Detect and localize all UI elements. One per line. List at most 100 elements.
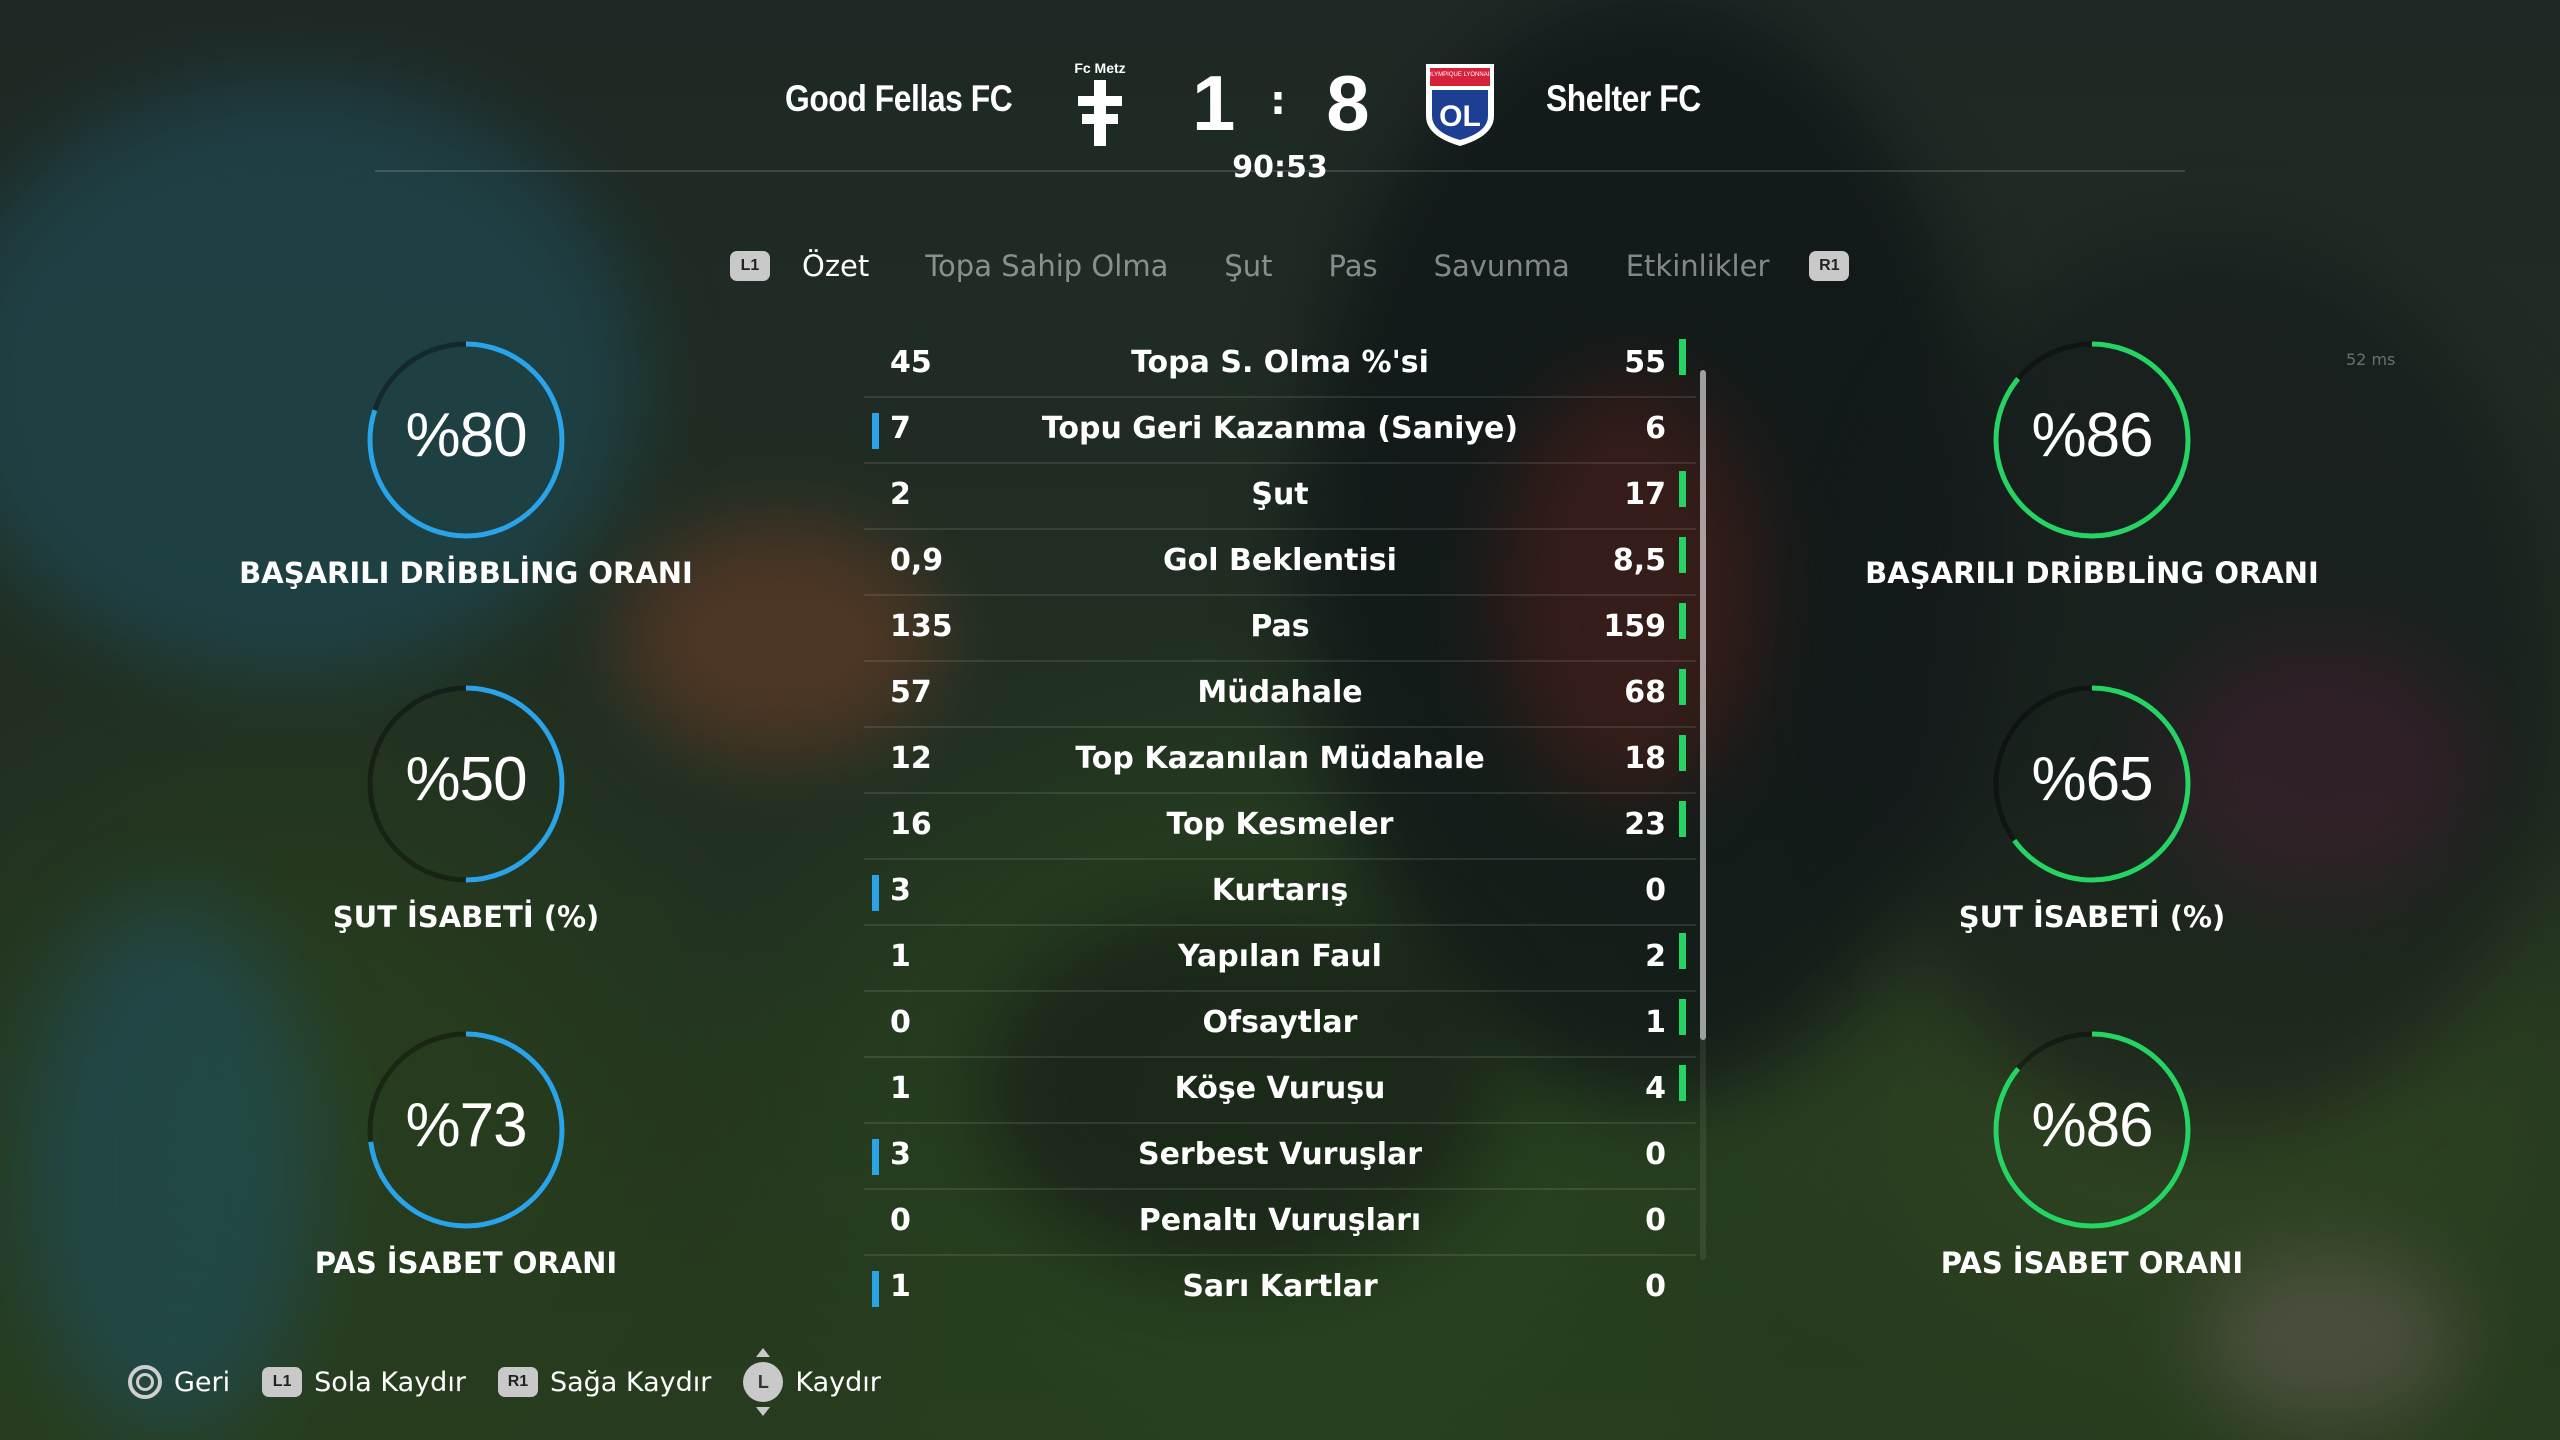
stat-row-tackles-won: 12 Top Kazanılan Müdahale 18 — [864, 728, 1696, 794]
scroll-left-label: Sola Kaydır — [314, 1366, 466, 1398]
home-team-crest-icon — [1078, 80, 1122, 146]
circle-button-icon — [128, 1365, 162, 1399]
tab-possession[interactable]: Topa Sahip Olma — [925, 249, 1168, 283]
stat-row-shots: 2 Şut 17 — [864, 464, 1696, 530]
stat-label: Müdahale — [1197, 675, 1363, 710]
stat-row-offsides: 0 Ofsaytlar 1 — [864, 992, 1696, 1058]
away-leader-indicator — [1679, 537, 1686, 573]
stat-label: Pas — [1250, 609, 1310, 644]
away-shot-accuracy-gauge: %65 — [1992, 684, 2192, 884]
back-label: Geri — [174, 1366, 231, 1398]
stat-away-value: 8,5 — [1612, 543, 1666, 578]
stat-label: Serbest Vuruşlar — [1137, 1137, 1423, 1172]
gauge-value: %86 — [2031, 401, 2153, 470]
away-dribble-label: BAŞARILI DRİBBLİNG ORANI — [1865, 556, 2319, 590]
stat-away-value: 0 — [1645, 1269, 1666, 1304]
away-dribble-gauge: %86 — [1992, 340, 2192, 540]
stat-label: Yapılan Faul — [1178, 939, 1382, 974]
away-leader-indicator — [1679, 801, 1686, 837]
away-pass-accuracy-gauge: %86 — [1992, 1030, 2192, 1230]
stat-row-penalties: 0 Penaltı Vuruşları 0 — [864, 1190, 1696, 1256]
stat-label: Penaltı Vuruşları — [1138, 1203, 1422, 1238]
stat-label: Ofsaytlar — [1202, 1005, 1358, 1040]
tab-defense[interactable]: Savunma — [1434, 249, 1570, 283]
stats-tab-bar: L1 Özet Topa Sahip Olma Şut Pas Savunma … — [730, 244, 1850, 288]
r1-button-icon[interactable]: R1 — [1809, 251, 1850, 281]
away-leader-indicator — [1679, 1065, 1686, 1101]
stat-label: Topu Geri Kazanma (Saniye) — [1041, 411, 1519, 446]
gauge-value: %80 — [405, 401, 527, 470]
away-score: 8 — [1326, 59, 1370, 147]
gauge-value: %50 — [405, 745, 527, 814]
tab-passes[interactable]: Pas — [1329, 249, 1378, 283]
stats-scrollbar-thumb[interactable] — [1700, 370, 1706, 1040]
stat-row-yellow-cards: 1 Sarı Kartlar 0 — [864, 1256, 1696, 1320]
score-separator: : — [1270, 78, 1286, 124]
away-badge-text: OL — [1439, 100, 1481, 133]
button-hints-bar: Geri L1 Sola Kaydır R1 Sağa Kaydır L Kay… — [128, 1348, 913, 1416]
network-ping: 52 ms — [2346, 350, 2396, 369]
stat-away-value: 0 — [1645, 873, 1666, 908]
scroll-right-hint[interactable]: R1 Sağa Kaydır — [497, 1367, 711, 1398]
tab-summary[interactable]: Özet — [802, 249, 869, 283]
scroll-left-hint[interactable]: L1 Sola Kaydır — [262, 1367, 466, 1398]
away-leader-indicator — [1679, 735, 1686, 771]
home-score: 1 — [1192, 59, 1236, 147]
away-team-crest-icon: OLYMPIQUE LYONNAIS OL — [1426, 64, 1494, 146]
stat-away-value: 23 — [1624, 807, 1666, 842]
stat-label: Kurtarış — [1211, 873, 1349, 908]
home-shot-accuracy-label: ŞUT İSABETİ (%) — [332, 900, 600, 934]
away-badge-banner: OLYMPIQUE LYONNAIS — [1427, 72, 1494, 78]
scroll-label: Kaydır — [795, 1366, 881, 1398]
stat-away-value: 6 — [1645, 411, 1666, 446]
stat-away-value: 55 — [1624, 345, 1666, 380]
stat-row-fouls: 1 Yapılan Faul 2 — [864, 926, 1696, 992]
stat-away-value: 159 — [1603, 609, 1666, 644]
stat-away-value: 0 — [1645, 1203, 1666, 1238]
tab-shots[interactable]: Şut — [1224, 249, 1272, 283]
away-leader-indicator — [1679, 999, 1686, 1035]
stat-row-free-kicks: 3 Serbest Vuruşlar 0 — [864, 1124, 1696, 1190]
l1-button-icon[interactable]: L1 — [730, 251, 770, 281]
stat-row-corners: 1 Köşe Vuruşu 4 — [864, 1058, 1696, 1124]
left-stick-icon: L — [743, 1348, 784, 1416]
stat-row-recovery-time: 7 Topu Geri Kazanma (Saniye) 6 — [864, 398, 1696, 464]
stat-label: Top Kazanılan Müdahale — [1075, 741, 1485, 776]
scroll-hint[interactable]: L Kaydır — [743, 1348, 881, 1416]
stat-label: Top Kesmeler — [1166, 807, 1394, 842]
home-pass-accuracy-label: PAS İSABET ORANI — [314, 1246, 618, 1280]
stat-label: Gol Beklentisi — [1163, 543, 1397, 578]
r1-button-icon: R1 — [497, 1367, 538, 1397]
stat-away-value: 2 — [1645, 939, 1666, 974]
stats-table: 45 Topa S. Olma %'si 55 7 Topu Geri Kaza… — [864, 332, 1696, 1320]
home-team-name: Good Fellas FC — [784, 78, 1013, 119]
gauge-value: %73 — [405, 1091, 527, 1160]
tab-events[interactable]: Etkinlikler — [1626, 249, 1770, 283]
home-dribble-gauge: %80 — [366, 340, 566, 540]
away-pass-accuracy-label: PAS İSABET ORANI — [1940, 1246, 2244, 1280]
stat-row-expected-goals: 0,9 Gol Beklentisi 8,5 — [864, 530, 1696, 596]
home-shot-accuracy-gauge: %50 — [366, 684, 566, 884]
away-leader-indicator — [1679, 669, 1686, 705]
away-leader-indicator — [1679, 933, 1686, 969]
home-pass-accuracy-gauge: %73 — [366, 1030, 566, 1230]
back-hint[interactable]: Geri — [128, 1365, 230, 1399]
stat-away-value: 17 — [1624, 477, 1666, 512]
away-leader-indicator — [1679, 471, 1686, 507]
away-leader-indicator — [1679, 603, 1686, 639]
away-shot-accuracy-label: ŞUT İSABETİ (%) — [1958, 900, 2226, 934]
arrow-down-icon — [756, 1407, 771, 1416]
header-divider — [375, 170, 2185, 172]
away-team-name: Shelter FC — [1546, 78, 1701, 119]
home-dribble-label: BAŞARILI DRİBBLİNG ORANI — [239, 556, 693, 590]
stat-away-value: 4 — [1645, 1071, 1666, 1106]
stat-away-value: 1 — [1645, 1005, 1666, 1040]
stat-away-value: 68 — [1624, 675, 1666, 710]
stat-row-passes: 135 Pas 159 — [864, 596, 1696, 662]
stat-away-value: 0 — [1645, 1137, 1666, 1172]
stat-row-possession: 45 Topa S. Olma %'si 55 — [864, 332, 1696, 398]
stat-row-tackles: 57 Müdahale 68 — [864, 662, 1696, 728]
stat-away-value: 18 — [1624, 741, 1666, 776]
stat-row-interceptions: 16 Top Kesmeler 23 — [864, 794, 1696, 860]
l1-button-icon: L1 — [262, 1367, 303, 1397]
